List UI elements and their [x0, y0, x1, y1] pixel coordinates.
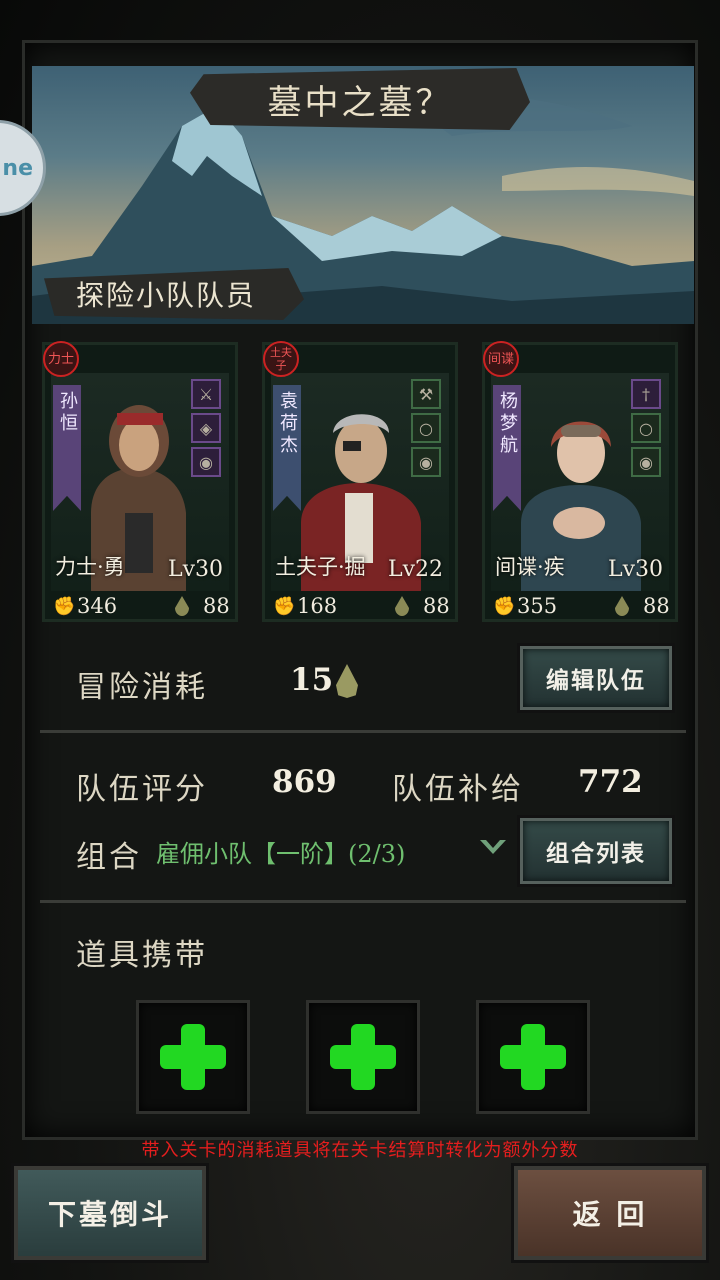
member-title: 土夫子·掘 — [275, 555, 366, 579]
fist-icon: ✊ — [273, 595, 296, 617]
name-ribbon: 孙恒 — [53, 385, 81, 511]
divider — [40, 900, 686, 903]
ring-icon: ○ — [419, 418, 433, 438]
member-stats: ✊ 346 88 — [53, 593, 233, 619]
member-power: 168 — [297, 594, 338, 618]
class-badge: 土夫子 — [263, 341, 299, 377]
class-badge: 间谍 — [483, 341, 519, 377]
item-slot-2[interactable] — [306, 1000, 420, 1114]
ring-icon: ○ — [639, 418, 653, 438]
stage-title: 墓中之墓？ — [267, 82, 453, 123]
member-name: 杨梦航 — [497, 391, 518, 457]
name-ribbon: 杨梦航 — [493, 385, 521, 511]
member-power: 346 — [77, 594, 118, 618]
fist-icon: ✊ — [493, 595, 516, 617]
combo-detail: 雇佣小队【一阶】(2/3) — [156, 840, 406, 868]
item-slot-3[interactable] — [476, 1000, 590, 1114]
gear-slot-3[interactable]: ◉ — [411, 447, 441, 477]
member-level: Lv22 — [387, 557, 443, 582]
combo-list-button[interactable]: 组合列表 — [520, 818, 672, 884]
chevron-down-icon[interactable] — [478, 836, 508, 860]
member-title: 间谍·疾 — [495, 555, 565, 579]
member-card-3[interactable]: 间谍 杨梦航 † ○ ◉ 间谍·疾 Lv30 ✊ 355 88 — [482, 341, 678, 622]
edit-team-button[interactable]: 编辑队伍 — [520, 646, 672, 710]
dagger-icon: † — [642, 384, 650, 404]
member-level: Lv30 — [607, 557, 663, 582]
combo-label: 组合 — [76, 840, 142, 875]
member-name: 孙恒 — [57, 391, 78, 435]
shovel-icon: ⚒ — [418, 384, 434, 404]
descend-button[interactable]: 下墓倒斗 — [14, 1166, 206, 1260]
add-item-icon — [330, 1024, 396, 1090]
supply-drop-icon — [615, 596, 629, 616]
back-button[interactable]: 返 回 — [514, 1166, 706, 1260]
armor-icon: ◈ — [199, 418, 213, 438]
gear-slot-3[interactable]: ◉ — [631, 447, 661, 477]
member-power: 355 — [517, 594, 558, 618]
team-supply-value: 772 — [578, 764, 643, 800]
gear-slot-2[interactable]: ◈ — [191, 413, 221, 443]
amulet-icon: ◉ — [419, 452, 433, 472]
item-slot-1[interactable] — [136, 1000, 250, 1114]
divider — [40, 730, 686, 733]
name-ribbon: 袁荷杰 — [273, 385, 301, 511]
member-supply: 88 — [643, 594, 670, 618]
team-score-value: 869 — [272, 764, 337, 800]
member-card-2[interactable]: 土夫子 袁荷杰 ⚒ ○ ◉ 土夫子·掘 Lv22 ✊ 168 88 — [262, 341, 458, 622]
adventure-cost-label: 冒险消耗 — [76, 670, 208, 705]
gear-slot-1[interactable]: † — [631, 379, 661, 409]
member-supply: 88 — [423, 594, 450, 618]
gear-slot-1[interactable]: ⚔ — [191, 379, 221, 409]
amulet-icon: ◉ — [199, 452, 213, 472]
member-stats: ✊ 355 88 — [493, 593, 673, 619]
member-title: 力士·勇 — [55, 555, 125, 579]
gear-slot-3[interactable]: ◉ — [191, 447, 221, 477]
team-score-label: 队伍评分 — [76, 772, 208, 807]
side-tab-label: ne — [2, 155, 33, 181]
stage-title-banner: 墓中之墓？ — [190, 68, 530, 130]
fist-icon: ✊ — [53, 595, 76, 617]
supply-drop-icon — [395, 596, 409, 616]
member-supply: 88 — [203, 594, 230, 618]
weapon-icon: ⚔ — [198, 384, 214, 404]
gear-slot-2[interactable]: ○ — [631, 413, 661, 443]
adventure-cost-value: 15 — [290, 662, 334, 698]
team-supply-label: 队伍补给 — [392, 772, 524, 807]
member-name: 袁荷杰 — [277, 391, 298, 457]
gear-slot-2[interactable]: ○ — [411, 413, 441, 443]
team-section-label: 探险小队队员 — [76, 279, 257, 312]
items-warning-text: 带入关卡的消耗道具将在关卡结算时转化为额外分数 — [141, 1140, 579, 1161]
member-card-1[interactable]: 力士 孙恒 ⚔ ◈ ◉ 力士·勇 Lv30 ✊ 346 88 — [42, 341, 238, 622]
add-item-icon — [160, 1024, 226, 1090]
items-label: 道具携带 — [76, 938, 208, 973]
member-level: Lv30 — [167, 557, 223, 582]
gear-slot-1[interactable]: ⚒ — [411, 379, 441, 409]
class-badge: 力士 — [43, 341, 79, 377]
supply-drop-icon — [175, 596, 189, 616]
amulet-icon: ◉ — [639, 452, 653, 472]
member-stats: ✊ 168 88 — [273, 593, 453, 619]
add-item-icon — [500, 1024, 566, 1090]
